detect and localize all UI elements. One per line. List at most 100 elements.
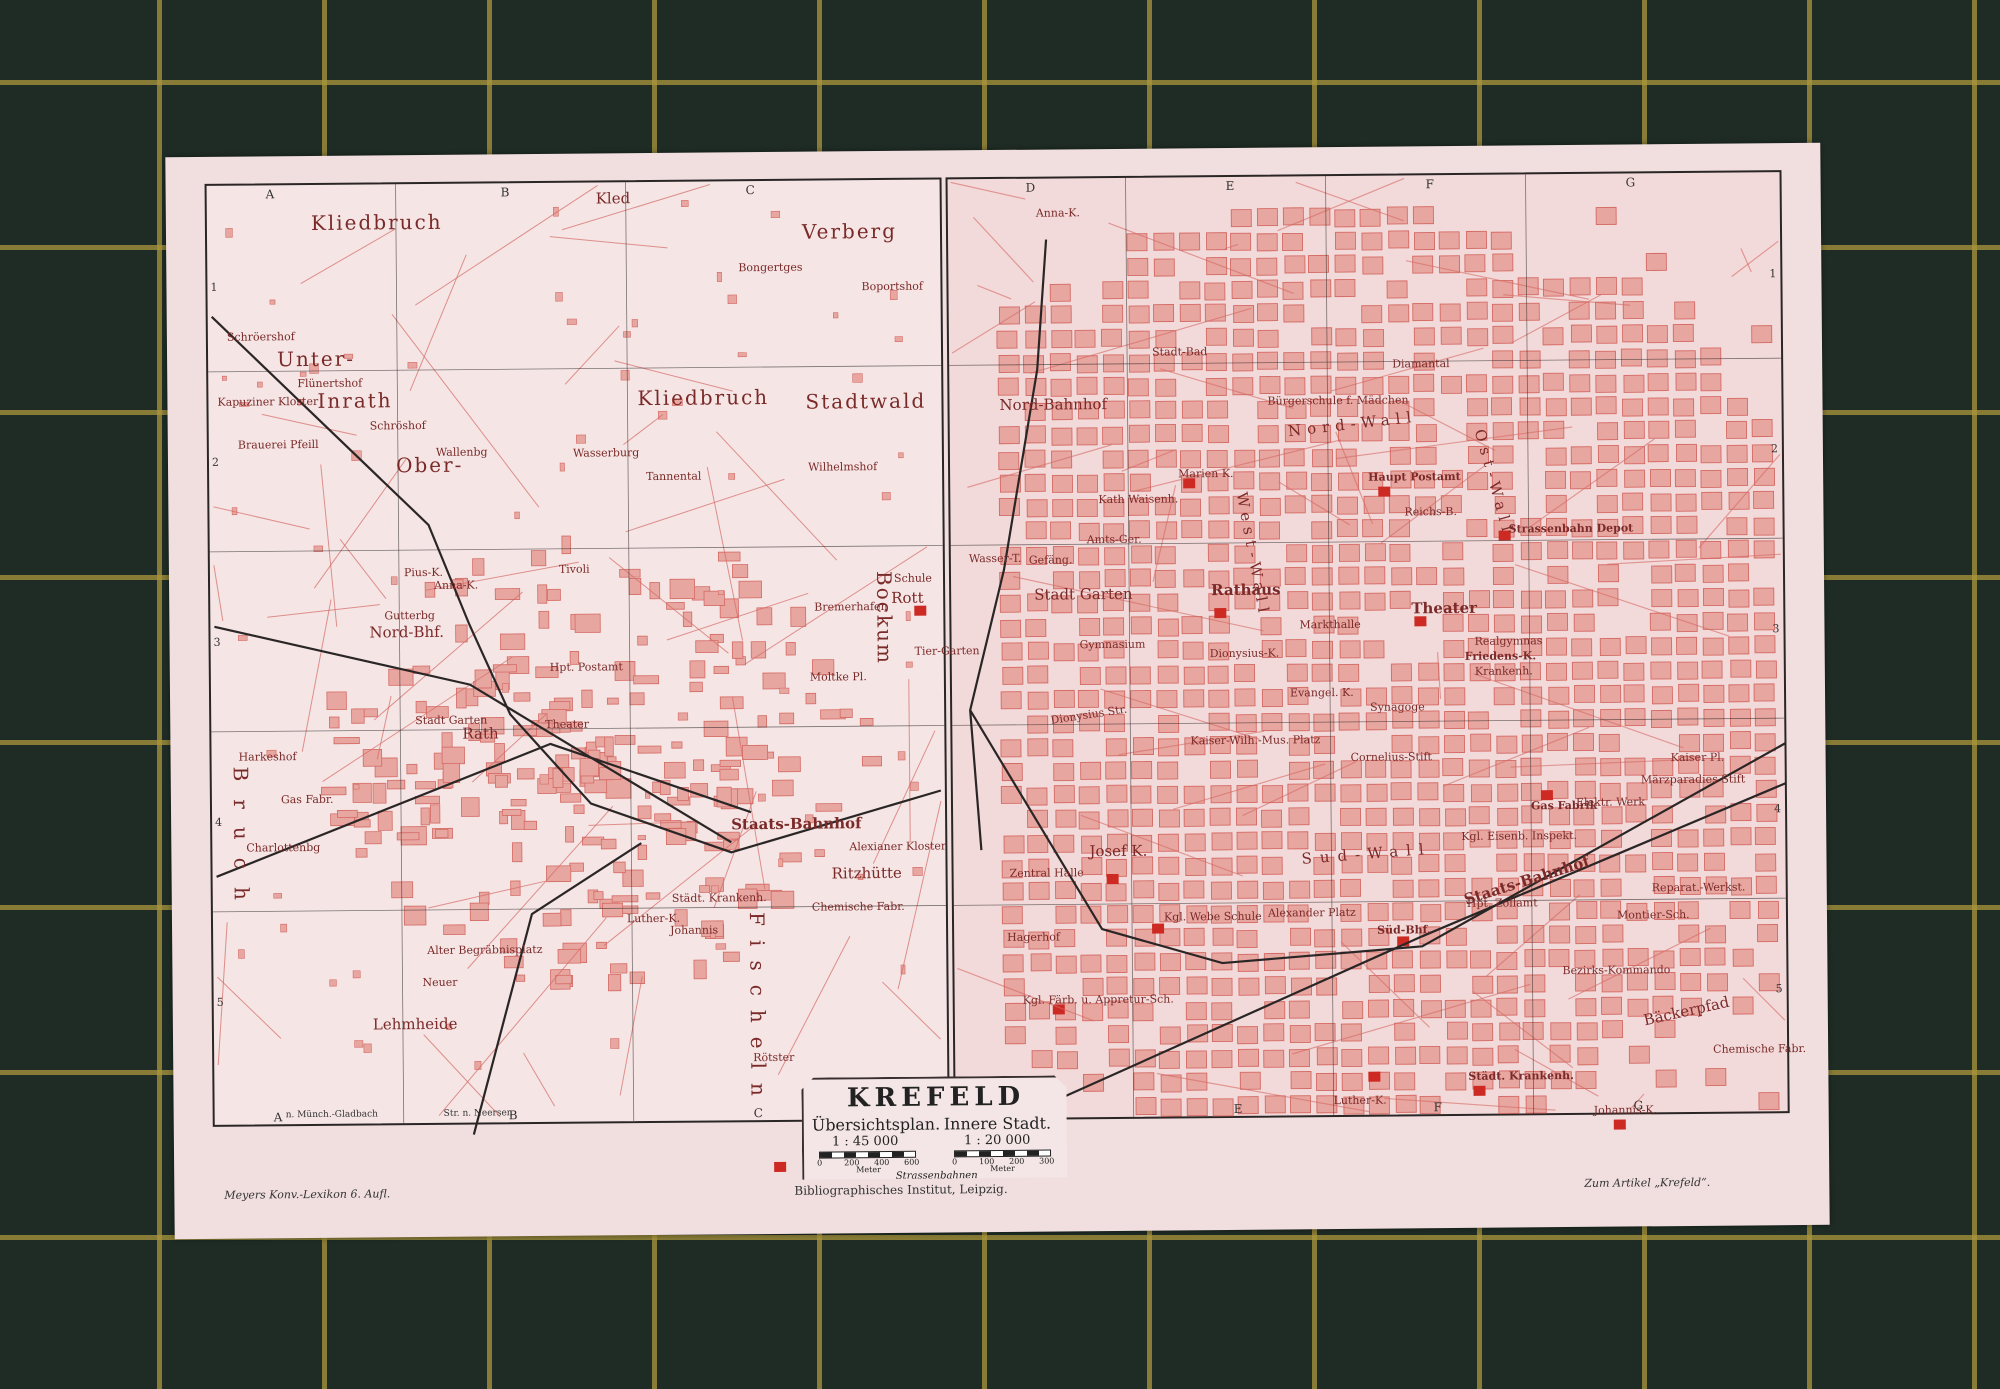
right-block [1025, 619, 1047, 638]
right-block [1336, 518, 1358, 538]
right-block [1237, 880, 1259, 899]
left-outlying-block [715, 943, 727, 950]
important-building [1473, 1085, 1486, 1096]
right-block [1313, 713, 1335, 732]
right-block [1676, 443, 1698, 462]
right-block [1031, 1050, 1053, 1069]
right-block [1542, 327, 1564, 346]
left-label-bockum: Bockum [871, 570, 897, 665]
left-block [815, 803, 843, 812]
right-block [1389, 590, 1411, 609]
right-block [1392, 710, 1414, 729]
right-block [1206, 257, 1228, 276]
left-label-moltke-pl: Moltke Pl. [809, 670, 867, 684]
right-block [1675, 493, 1697, 512]
left-block [364, 831, 382, 845]
right-block [1077, 689, 1099, 708]
right-block [1703, 852, 1726, 871]
right-block [1650, 515, 1672, 534]
right-block [1157, 833, 1179, 852]
left-block [637, 635, 648, 646]
right-block [1232, 377, 1254, 396]
right-block [1339, 591, 1361, 610]
left-block [805, 692, 817, 705]
left-block [762, 672, 786, 690]
right-block [1624, 708, 1646, 727]
right-label-reichs-b: Reichs-B. [1404, 504, 1458, 519]
left-block [593, 891, 604, 900]
right-block [1674, 301, 1696, 320]
right-block [1391, 950, 1413, 969]
right-block [1570, 446, 1592, 465]
map-sheet: Kliedbruch Kled Verberg Unter- Inrath Ob… [165, 142, 1830, 1240]
right-block [1597, 564, 1619, 583]
right-block [1130, 616, 1152, 635]
left-label-tier-garten: Tier-Garten [914, 644, 980, 658]
right-block [1107, 905, 1129, 924]
right-block [1209, 807, 1231, 826]
right-block [1729, 731, 1751, 750]
left-block [555, 974, 573, 985]
right-label-gefaeng: Gefäng. [1028, 553, 1073, 567]
grid-letter-g-top: G [1625, 175, 1636, 190]
right-block [1572, 733, 1595, 752]
left-label-schule: Schule [893, 571, 932, 585]
right-block [1257, 329, 1279, 348]
right-block [1726, 444, 1748, 463]
right-block [1364, 543, 1386, 562]
right-block [1261, 831, 1283, 850]
right-block [1755, 853, 1777, 872]
right-block [1155, 378, 1177, 397]
right-block [1417, 782, 1439, 801]
important-building [914, 605, 927, 616]
left-label-bruch: Bruch [228, 766, 254, 918]
right-block [1027, 809, 1049, 828]
right-block [1206, 449, 1228, 469]
left-label-neuer: Neuer [422, 975, 458, 990]
left-block [573, 804, 585, 814]
right-block [1129, 400, 1151, 419]
right-block [1444, 854, 1466, 873]
right-block [1103, 617, 1125, 636]
right-block [1312, 449, 1334, 468]
grid-number-3-left: 3 [213, 635, 221, 649]
right-block [1207, 425, 1230, 444]
map-title-cartouche: KREFELD Übersichtsplan. Innere Stadt. 1 … [801, 1075, 1071, 1183]
right-block [1623, 662, 1645, 681]
right-block [1283, 304, 1305, 323]
right-label-josef-k: Josef K. [1089, 841, 1148, 861]
left-block [494, 743, 506, 763]
right-block [1600, 708, 1622, 727]
right-label-markthalle: Markthalle [1299, 617, 1361, 632]
grid-letter-b-top: B [500, 185, 510, 200]
right-label-theater: Theater [1411, 598, 1478, 618]
right-block [1418, 879, 1440, 898]
right-block [1672, 323, 1694, 343]
right-block [1002, 666, 1024, 685]
right-block [1053, 689, 1075, 708]
left-block [500, 633, 526, 650]
right-block [1210, 881, 1232, 900]
right-block [1288, 1000, 1310, 1019]
right-block [1107, 1025, 1130, 1044]
right-block [1571, 638, 1593, 657]
right-block [1080, 954, 1102, 973]
right-block [1492, 253, 1514, 272]
left-block [614, 734, 636, 745]
right-block [1678, 734, 1700, 753]
right-block [1547, 612, 1569, 631]
right-block [1574, 829, 1596, 848]
grid-number-2-right: 2 [1770, 442, 1778, 456]
right-block [1595, 396, 1617, 415]
right-block [1392, 807, 1414, 826]
right-block [1753, 517, 1775, 536]
right-block [1444, 902, 1466, 921]
right-block [1264, 1095, 1286, 1114]
left-label-alter-begraebnisplatz: Alter Begräbnisplatz [427, 942, 543, 957]
right-block [1595, 206, 1617, 226]
right-block [1700, 540, 1722, 560]
right-block [1395, 1094, 1417, 1113]
left-block [628, 577, 642, 596]
right-block [1703, 733, 1725, 752]
right-block [1055, 955, 1077, 974]
